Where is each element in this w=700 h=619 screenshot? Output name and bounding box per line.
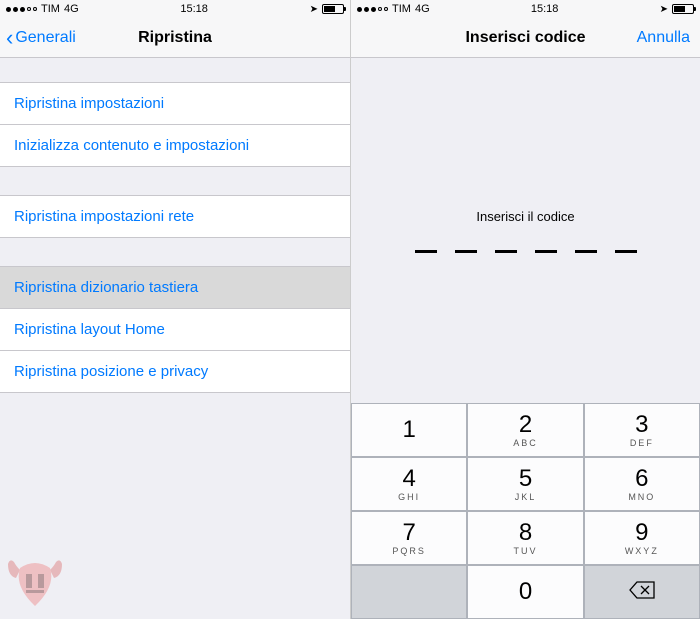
- row-reset-settings[interactable]: Ripristina impostazioni: [0, 83, 350, 124]
- key-9[interactable]: 9WXYZ: [584, 511, 700, 565]
- chevron-left-icon: ‹: [6, 27, 13, 49]
- passcode-prompt: Inserisci il codice: [476, 209, 574, 224]
- row-reset-home-layout[interactable]: Ripristina layout Home: [0, 308, 350, 350]
- status-bar: TIM 4G 15:18 ➤: [0, 0, 350, 18]
- back-button[interactable]: ‹ Generali: [6, 27, 76, 49]
- row-reset-network[interactable]: Ripristina impostazioni rete: [0, 196, 350, 237]
- key-backspace[interactable]: [584, 565, 700, 619]
- location-icon: ➤: [310, 4, 318, 15]
- status-bar: TIM 4G 15:18 ➤: [351, 0, 700, 18]
- back-label: Generali: [15, 29, 75, 47]
- nav-bar: Inserisci codice Annulla: [351, 18, 700, 58]
- location-icon: ➤: [660, 4, 668, 15]
- battery-icon: [322, 4, 344, 14]
- row-erase-content[interactable]: Inizializza contenuto e impostazioni: [0, 124, 350, 166]
- key-4[interactable]: 4GHI: [351, 457, 467, 511]
- page-title: Inserisci codice: [465, 29, 585, 47]
- nav-bar: ‹ Generali Ripristina: [0, 18, 350, 58]
- passcode-area: Inserisci il codice: [351, 58, 700, 403]
- network-label: 4G: [415, 3, 430, 15]
- watermark-icon: [6, 556, 64, 613]
- key-3[interactable]: 3DEF: [584, 403, 700, 457]
- backspace-icon: [629, 581, 655, 604]
- carrier-label: TIM: [392, 3, 411, 15]
- settings-list: Ripristina impostazioni Inizializza cont…: [0, 58, 350, 619]
- key-blank: [351, 565, 467, 619]
- signal-dots-icon: [6, 7, 37, 12]
- key-7[interactable]: 7PQRS: [351, 511, 467, 565]
- key-5[interactable]: 5JKL: [467, 457, 583, 511]
- carrier-label: TIM: [41, 3, 60, 15]
- battery-icon: [672, 4, 694, 14]
- row-reset-keyboard-dict[interactable]: Ripristina dizionario tastiera: [0, 267, 350, 308]
- passcode-screen: TIM 4G 15:18 ➤ Inserisci codice Annulla …: [350, 0, 700, 619]
- signal-dots-icon: [357, 7, 388, 12]
- clock: 15:18: [180, 3, 208, 15]
- network-label: 4G: [64, 3, 79, 15]
- clock: 15:18: [531, 3, 559, 15]
- passcode-dashes: [415, 250, 637, 253]
- key-8[interactable]: 8TUV: [467, 511, 583, 565]
- key-0[interactable]: 0: [467, 565, 583, 619]
- numeric-keypad: 1 2ABC 3DEF 4GHI 5JKL 6MNO 7PQRS 8TUV 9W…: [351, 403, 700, 619]
- page-title: Ripristina: [138, 29, 212, 47]
- key-2[interactable]: 2ABC: [467, 403, 583, 457]
- settings-screen: TIM 4G 15:18 ➤ ‹ Generali Ripristina Rip…: [0, 0, 350, 619]
- key-6[interactable]: 6MNO: [584, 457, 700, 511]
- key-1[interactable]: 1: [351, 403, 467, 457]
- cancel-button[interactable]: Annulla: [637, 29, 690, 47]
- row-reset-location-privacy[interactable]: Ripristina posizione e privacy: [0, 350, 350, 392]
